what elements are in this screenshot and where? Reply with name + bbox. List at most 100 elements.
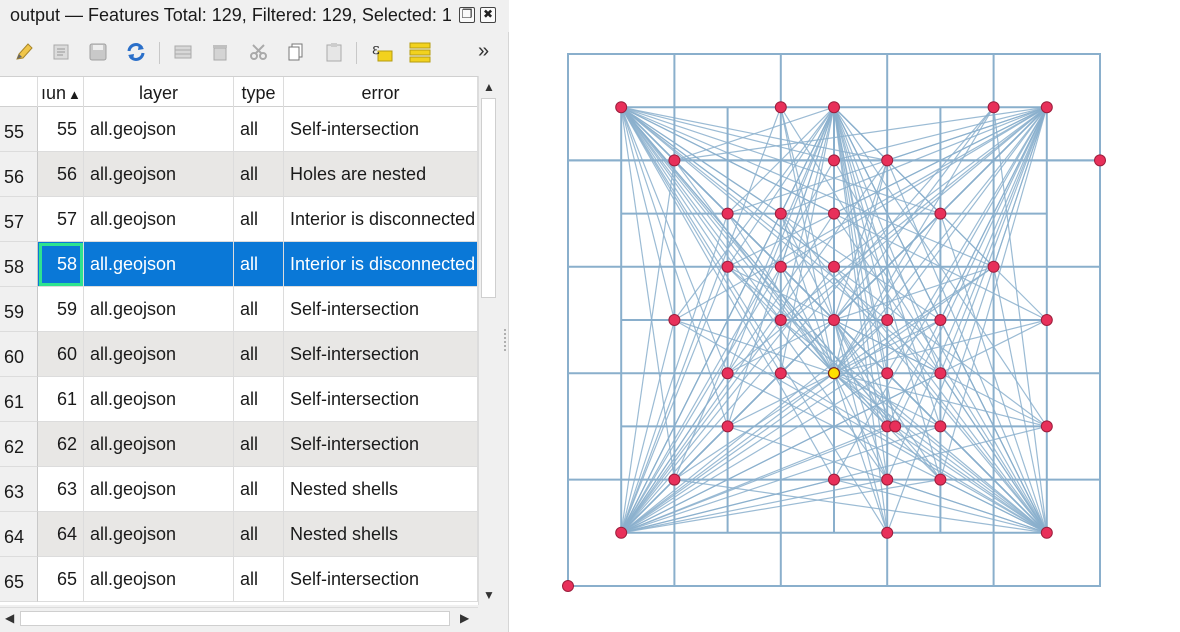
row-header[interactable]: 60 xyxy=(0,332,38,377)
select-all-icon[interactable] xyxy=(406,38,434,66)
cell-num[interactable]: 64 xyxy=(38,512,84,557)
column-header-num[interactable]: ıun ▲ xyxy=(38,77,84,107)
cell-error[interactable]: Self-intersection xyxy=(284,107,478,152)
cell-layer[interactable]: all.geojson xyxy=(84,422,234,467)
cell-num[interactable]: 63 xyxy=(38,467,84,512)
cell-error[interactable]: Self-intersection xyxy=(284,332,478,377)
cell-type[interactable]: all xyxy=(234,287,284,332)
table-row[interactable]: 62 62 all.geojson all Self-intersection xyxy=(0,422,478,467)
cell-type[interactable]: all xyxy=(234,557,284,602)
splitter-grip[interactable] xyxy=(503,328,507,352)
cell-error[interactable]: Interior is disconnected xyxy=(284,197,478,242)
cut-icon[interactable] xyxy=(245,38,273,66)
cell-type[interactable]: all xyxy=(234,242,284,287)
table-row[interactable]: 55 55 all.geojson all Self-intersection xyxy=(0,107,478,152)
table-row[interactable]: 63 63 all.geojson all Nested shells xyxy=(0,467,478,512)
toolbar-overflow-button[interactable]: » xyxy=(478,40,489,63)
cell-type[interactable]: all xyxy=(234,467,284,512)
scroll-left-icon[interactable]: ◀ xyxy=(5,611,14,625)
pencil-edit-icon[interactable] xyxy=(10,38,38,66)
row-header[interactable]: 57 xyxy=(0,197,38,242)
cell-layer[interactable]: all.geojson xyxy=(84,107,234,152)
save-edits-icon[interactable] xyxy=(84,38,112,66)
cell-type[interactable]: all xyxy=(234,422,284,467)
table-row[interactable]: 60 60 all.geojson all Self-intersection xyxy=(0,332,478,377)
map-point xyxy=(828,314,840,326)
scroll-up-icon[interactable]: ▲ xyxy=(483,80,495,94)
cell-type[interactable]: all xyxy=(234,512,284,557)
copy-icon[interactable] xyxy=(282,38,310,66)
column-header-type[interactable]: type xyxy=(234,77,284,107)
add-feature-icon[interactable] xyxy=(170,38,198,66)
cell-error[interactable]: Self-intersection xyxy=(284,377,478,422)
scroll-right-icon[interactable]: ▶ xyxy=(460,611,469,625)
multi-edit-icon[interactable] xyxy=(48,38,76,66)
cell-layer[interactable]: all.geojson xyxy=(84,197,234,242)
cell-type[interactable]: all xyxy=(234,377,284,422)
cell-num[interactable]: 62 xyxy=(38,422,84,467)
reload-icon[interactable] xyxy=(122,38,150,66)
row-header[interactable]: 58 xyxy=(0,242,38,287)
paste-icon[interactable] xyxy=(320,38,348,66)
row-header[interactable]: 56 xyxy=(0,152,38,197)
cell-error[interactable]: Interior is disconnected xyxy=(284,242,478,287)
svg-text:ε: ε xyxy=(372,40,380,58)
scroll-down-icon[interactable]: ▼ xyxy=(483,588,495,602)
map-point xyxy=(615,526,628,539)
cell-error[interactable]: Nested shells xyxy=(284,512,478,557)
window-title: output — Features Total: 129, Filtered: … xyxy=(10,5,452,25)
table-row[interactable]: 65 65 all.geojson all Self-intersection xyxy=(0,557,478,602)
cell-layer[interactable]: all.geojson xyxy=(84,512,234,557)
cell-num[interactable]: 55 xyxy=(38,107,84,152)
cell-layer[interactable]: all.geojson xyxy=(84,287,234,332)
expression-select-icon[interactable]: ε xyxy=(368,38,396,66)
cell-num[interactable]: 58 xyxy=(38,242,84,287)
cell-num[interactable]: 57 xyxy=(38,197,84,242)
column-header-layer[interactable]: layer xyxy=(84,77,234,107)
cell-error[interactable]: Self-intersection xyxy=(284,557,478,602)
row-header[interactable]: 64 xyxy=(0,512,38,557)
horizontal-scrollbar[interactable]: ◀ ▶ xyxy=(0,607,478,629)
row-header[interactable]: 65 xyxy=(0,557,38,602)
restore-window-icon[interactable]: ❐ xyxy=(459,7,475,23)
delete-feature-icon[interactable] xyxy=(206,38,234,66)
row-header[interactable]: 63 xyxy=(0,467,38,512)
cell-num[interactable]: 60 xyxy=(38,332,84,377)
close-window-icon[interactable]: ✖ xyxy=(480,7,496,23)
table-row[interactable]: 58 58 all.geojson all Interior is disconnect… xyxy=(0,242,478,287)
horizontal-scroll-thumb[interactable] xyxy=(20,611,450,626)
column-header-error[interactable]: error xyxy=(284,77,478,107)
table-row[interactable]: 59 59 all.geojson all Self-intersection xyxy=(0,287,478,332)
cell-num[interactable]: 56 xyxy=(38,152,84,197)
cell-layer[interactable]: all.geojson xyxy=(84,242,234,287)
row-header[interactable]: 59 xyxy=(0,287,38,332)
vertical-scrollbar[interactable]: ▲ ▼ xyxy=(478,76,498,605)
cell-error[interactable]: Holes are nested xyxy=(284,152,478,197)
cell-layer[interactable]: all.geojson xyxy=(84,377,234,422)
cell-type[interactable]: all xyxy=(234,152,284,197)
cell-type[interactable]: all xyxy=(234,107,284,152)
cell-error[interactable]: Nested shells xyxy=(284,467,478,512)
row-header[interactable]: 61 xyxy=(0,377,38,422)
cell-layer[interactable]: all.geojson xyxy=(84,152,234,197)
cell-num[interactable]: 61 xyxy=(38,377,84,422)
row-header[interactable]: 62 xyxy=(0,422,38,467)
cell-layer[interactable]: all.geojson xyxy=(84,467,234,512)
cell-layer[interactable]: all.geojson xyxy=(84,557,234,602)
cell-layer[interactable]: all.geojson xyxy=(84,332,234,377)
vertical-scroll-thumb[interactable] xyxy=(481,98,496,298)
cell-num[interactable]: 65 xyxy=(38,557,84,602)
cell-type[interactable]: all xyxy=(234,332,284,377)
row-header[interactable]: 55 xyxy=(0,107,38,152)
map-canvas[interactable] xyxy=(510,0,1180,632)
table-row[interactable]: 61 61 all.geojson all Self-intersection xyxy=(0,377,478,422)
cell-error[interactable]: Self-intersection xyxy=(284,422,478,467)
table-row[interactable]: 56 56 all.geojson all Holes are nested xyxy=(0,152,478,197)
connection-line xyxy=(833,373,888,533)
cell-error[interactable]: Self-intersection xyxy=(284,287,478,332)
cell-type[interactable]: all xyxy=(234,197,284,242)
table-row[interactable]: 64 64 all.geojson all Nested shells xyxy=(0,512,478,557)
map-point xyxy=(615,101,628,114)
table-row[interactable]: 57 57 all.geojson all Interior is disconnect… xyxy=(0,197,478,242)
cell-num[interactable]: 59 xyxy=(38,287,84,332)
